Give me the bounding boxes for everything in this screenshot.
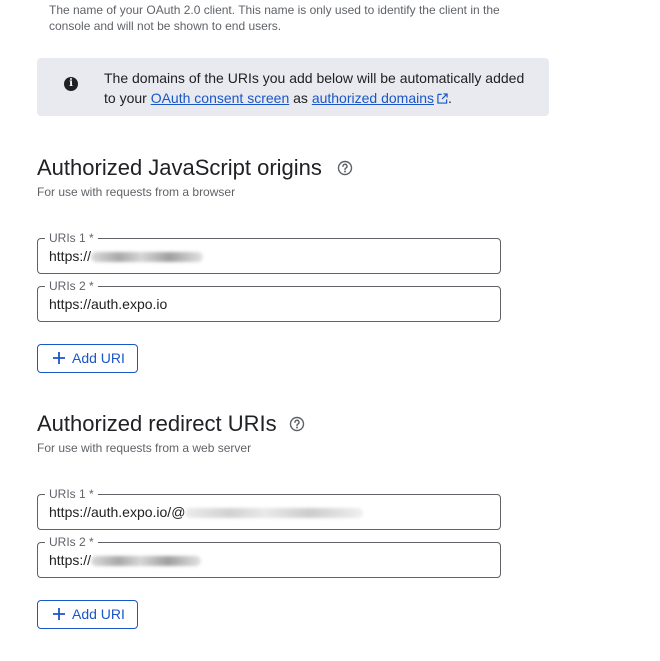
- plus-icon: [53, 352, 65, 364]
- authorized-domains-link-label: authorized domains: [311, 90, 434, 106]
- add-js-origin-uri-button[interactable]: Add URI: [37, 344, 138, 373]
- info-banner-text: The domains of the URIs you add below wi…: [104, 68, 534, 108]
- js-origins-title: Authorized JavaScript origins: [37, 155, 322, 180]
- js-origin-uri-2-field[interactable]: URIs 2 * https://auth.expo.io: [37, 279, 501, 322]
- info-text-part: as: [289, 90, 312, 106]
- redirect-uri-1-field[interactable]: URIs 1 * https://auth.expo.io/@: [37, 487, 501, 530]
- redirect-uri-2-label: URIs 2 *: [45, 535, 98, 549]
- add-redirect-uri-button[interactable]: Add URI: [37, 600, 138, 629]
- js-origin-uri-1-label: URIs 1 *: [45, 231, 98, 245]
- js-origin-uri-1-field[interactable]: URIs 1 * https://: [37, 231, 501, 274]
- help-icon[interactable]: [289, 416, 305, 432]
- info-banner: i The domains of the URIs you add below …: [37, 58, 549, 116]
- info-text-part: .: [448, 90, 452, 106]
- redirect-uri-2-value[interactable]: https://: [49, 552, 202, 568]
- redacted-text: [91, 556, 202, 566]
- add-uri-label: Add URI: [72, 606, 125, 622]
- help-icon[interactable]: [337, 160, 353, 176]
- uri-prefix: https://: [49, 248, 92, 264]
- redirect-uri-2-field[interactable]: URIs 2 * https://: [37, 535, 501, 578]
- redacted-text: [185, 508, 364, 518]
- js-origin-uri-2-label: URIs 2 *: [45, 279, 98, 293]
- add-uri-label: Add URI: [72, 350, 125, 366]
- redirect-uris-subtitle: For use with requests from a web server: [37, 441, 252, 455]
- redirect-uris-title: Authorized redirect URIs: [37, 411, 277, 436]
- uri-prefix: https://auth.expo.io/@: [49, 504, 186, 520]
- oauth-consent-screen-link[interactable]: OAuth consent screen: [151, 90, 290, 106]
- js-origin-uri-1-value[interactable]: https://: [49, 248, 204, 264]
- js-origins-subtitle: For use with requests from a browser: [37, 185, 236, 199]
- redirect-uri-1-value[interactable]: https://auth.expo.io/@: [49, 504, 364, 520]
- client-name-helper-text: The name of your OAuth 2.0 client. This …: [49, 3, 500, 33]
- uri-prefix: https://: [49, 552, 92, 568]
- authorized-domains-link[interactable]: authorized domains: [312, 90, 448, 106]
- redirect-uri-1-label: URIs 1 *: [45, 487, 98, 501]
- external-link-icon: [437, 93, 448, 104]
- info-icon: i: [64, 77, 78, 91]
- redacted-text: [91, 252, 204, 262]
- plus-icon: [53, 608, 65, 620]
- oauth-client-form: The name of your OAuth 2.0 client. This …: [0, 0, 660, 661]
- js-origin-uri-2-value[interactable]: https://auth.expo.io: [49, 296, 167, 312]
